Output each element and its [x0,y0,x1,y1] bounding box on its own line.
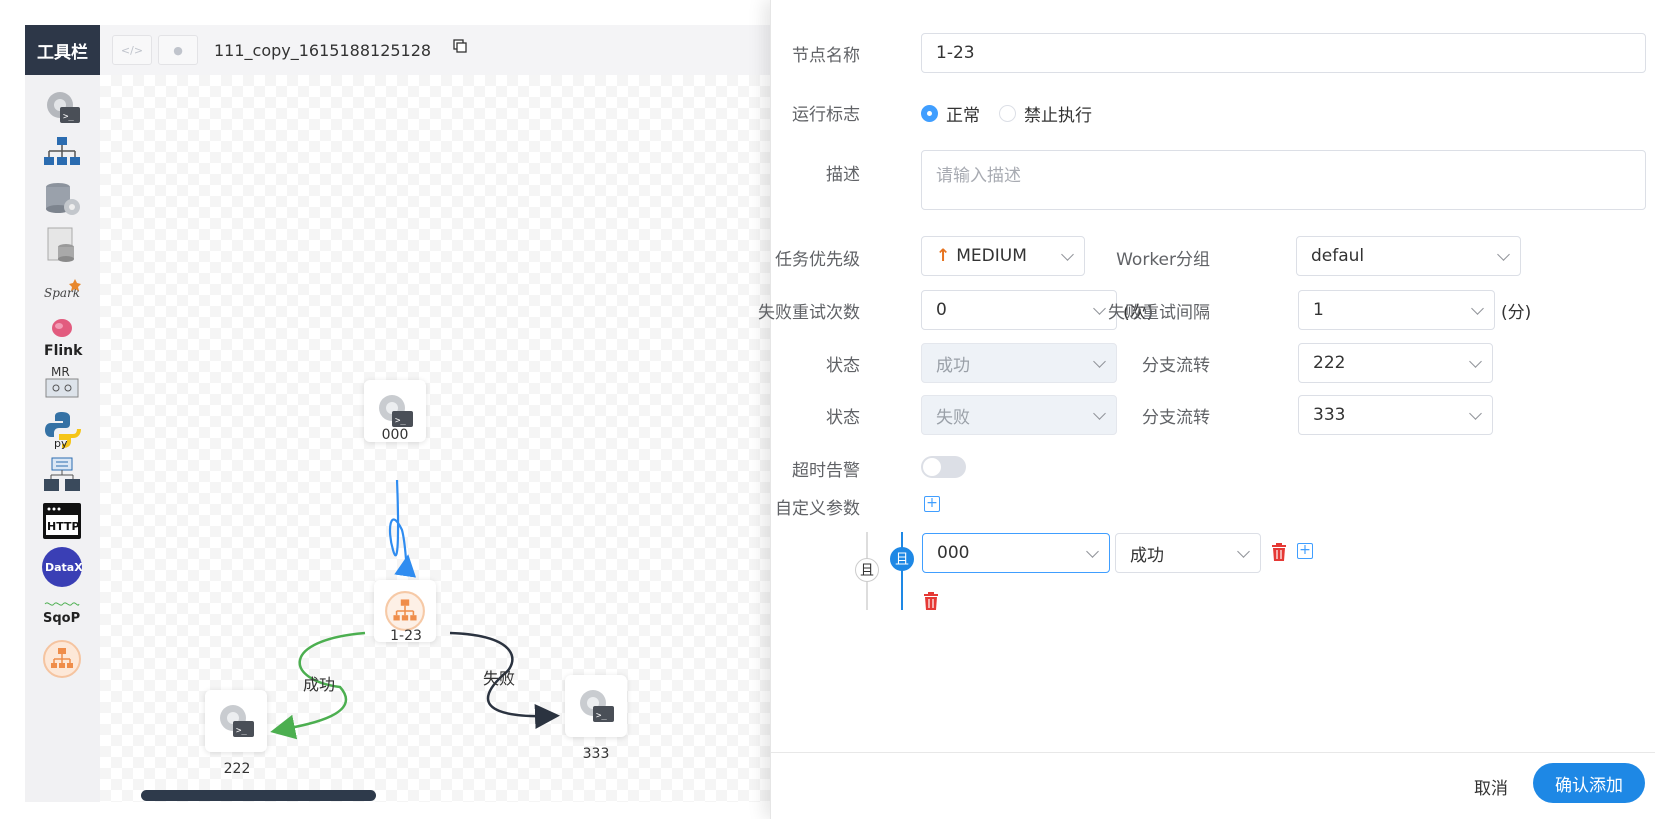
retry-interval-label: 失败重试间隔 [1108,303,1210,323]
branch-2-state-select: 失败 [921,395,1117,435]
sqoop-label: SqoP [43,611,80,626]
toolbar-panel: 工具栏 >_ Spark Flink MR py HTTP DataX SqoP [25,25,100,802]
outer-relation-tag[interactable]: 且 [855,558,879,582]
timeout-alarm-label: 超时告警 [792,461,860,481]
code-view-button[interactable]: </> [112,35,152,65]
retry-times-label: 失败重试次数 [758,303,860,323]
inner-relation-tag[interactable]: 且 [890,547,914,571]
radio-unchecked-icon [999,105,1016,122]
delete-condition-trash-icon[interactable] [1271,543,1287,561]
retry-times-select[interactable]: 0 [921,290,1117,330]
add-param-plus-icon[interactable]: + [924,496,940,512]
edge-000-to-1-23 [388,479,417,578]
radio-checked-icon [921,105,938,122]
node-label-1-23: 1-23 [390,628,422,644]
drawer-footer: 取消 确认添加 [771,752,1655,819]
shell-tool-icon[interactable]: >_ [40,85,84,129]
cancel-button[interactable]: 取消 [1474,774,1508,799]
run-flag-normal-radio[interactable]: 正常 [921,101,980,126]
worker-group-label: Worker分组 [1116,250,1210,270]
worker-group-select[interactable]: defaul [1296,236,1521,276]
shell-node-icon: >_ [379,395,413,427]
node-settings-drawer: 节点名称 1-23 运行标志 正常 禁止执行 描述 请输入描述 任务优先级 ↑ … [758,0,1655,819]
mr-label: MR [51,365,70,379]
dag-canvas[interactable]: >_ 000 1-23 >_ 222 >_ 333 成功 失败 [100,75,770,802]
datax-icon[interactable]: DataX [40,545,84,589]
node-label-000: 000 [381,427,409,443]
run-flag-forbidden-radio[interactable]: 禁止执行 [999,101,1092,126]
copy-icon[interactable] [453,39,467,53]
mr-icon[interactable]: MR [40,361,84,405]
branch-2-flow-label: 分支流转 [1142,408,1210,428]
code-icon: </> [120,43,144,57]
svg-text:>_: >_ [236,726,247,736]
add-condition-plus-icon[interactable]: + [1297,543,1313,559]
node-name-input[interactable]: 1-23 [921,33,1646,73]
node-label-222: 222 [223,761,251,777]
procedure-icon[interactable] [40,177,84,221]
http-icon[interactable]: HTTP [40,499,84,543]
svg-text:>_: >_ [63,112,74,122]
shell-node-icon: >_ [220,705,254,737]
python-icon[interactable]: py [40,407,84,451]
description-label: 描述 [826,165,860,185]
http-label: HTTP [47,520,80,533]
edge-label-fail: 失败 [483,669,516,688]
condition-task-select[interactable]: 000 [922,533,1110,573]
node-name-label: 节点名称 [792,46,860,66]
sub-process-icon[interactable] [40,131,84,175]
arrow-up-icon: ↑ [936,246,951,266]
toolbar-title: 工具栏 [25,25,100,75]
node-label-333: 333 [582,746,610,762]
conditions-icon[interactable] [40,637,84,681]
branch-1-flow-select[interactable]: 222 [1298,343,1493,383]
run-flag-label: 运行标志 [792,105,860,125]
branch-1-state-label: 状态 [826,356,860,376]
spark-icon[interactable]: Spark [40,269,84,313]
canvas-horizontal-scrollbar[interactable] [141,790,376,801]
inner-relation-line [901,532,903,610]
dag-node-222[interactable]: >_ [205,690,267,752]
svg-text:>_: >_ [596,711,607,721]
timeout-alarm-switch[interactable] [921,456,966,478]
condition-status-select[interactable]: 成功 [1115,533,1261,573]
retry-interval-select[interactable]: 1 [1298,290,1495,330]
delete-group-trash-icon[interactable] [923,592,939,610]
priority-select[interactable]: ↑ MEDIUM [921,236,1085,276]
branch-2-flow-select[interactable]: 333 [1298,395,1493,435]
edge-label-success: 成功 [303,675,336,694]
switch-knob [923,458,941,476]
dag-node-333[interactable]: >_ [565,675,627,737]
dependent-icon[interactable] [40,453,84,497]
priority-label: 任务优先级 [775,250,860,270]
branch-2-state-label: 状态 [826,408,860,428]
flink-label: Flink [44,343,83,359]
description-textarea[interactable]: 请输入描述 [921,150,1646,210]
shell-node-icon: >_ [580,690,614,722]
forward-button[interactable]: ● [158,35,198,65]
dag-edges [270,479,560,740]
python-label: py [54,437,68,449]
flink-icon[interactable]: Flink [40,315,84,359]
sql-icon[interactable] [40,223,84,267]
datax-label: DataX [45,561,83,574]
arrow-right-icon: ● [173,43,183,57]
svg-text:>_: >_ [395,416,406,426]
retry-interval-unit: (分) [1501,303,1532,323]
dag-topbar: </> ● 111_copy_1615188125128 [100,25,770,75]
conditions-node-icon [385,591,425,631]
custom-params-label: 自定义参数 [775,499,860,519]
branch-1-state-select: 成功 [921,343,1117,383]
branch-1-flow-label: 分支流转 [1142,356,1210,376]
workflow-name: 111_copy_1615188125128 [214,40,432,60]
confirm-add-button[interactable]: 确认添加 [1533,763,1645,803]
sqoop-icon[interactable]: SqoP [40,591,84,635]
